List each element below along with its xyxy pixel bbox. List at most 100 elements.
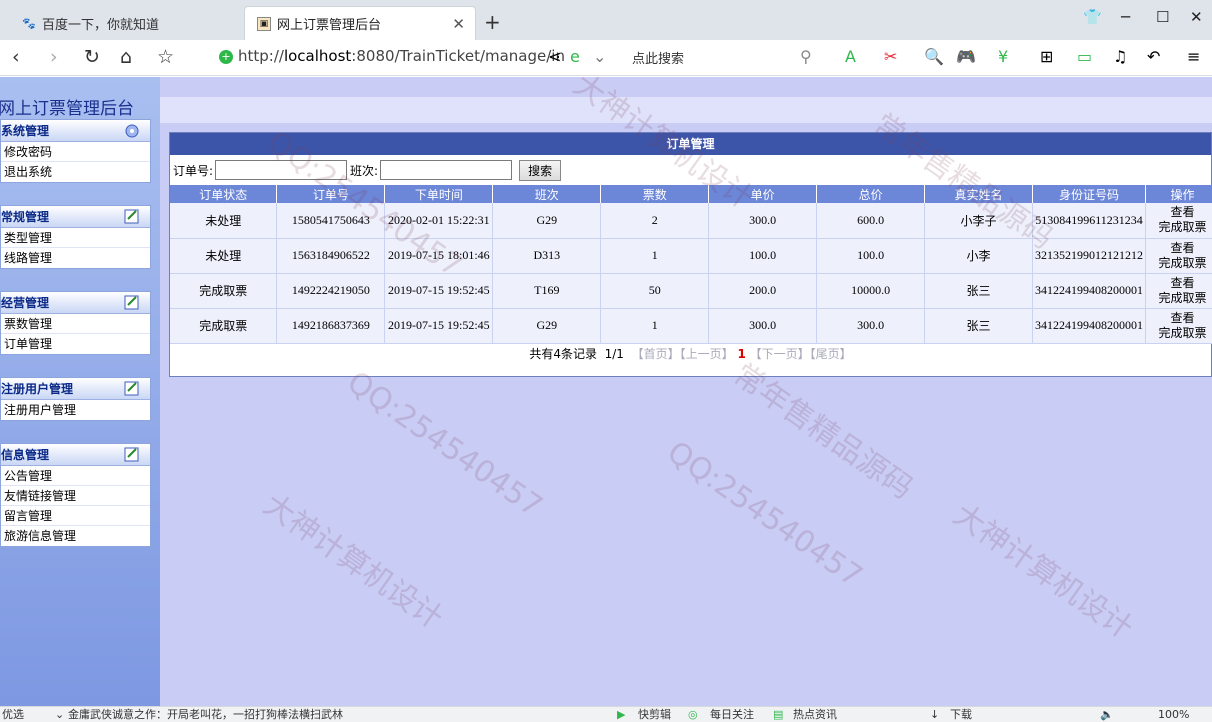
ticket-count-cell: 2 (600, 203, 710, 239)
sidebar-item-change-password[interactable]: 修改密码 (1, 142, 150, 162)
battery-icon[interactable]: ▭ (1077, 47, 1092, 66)
zoom-level[interactable]: 100% (1158, 707, 1189, 722)
unit-price-cell: 100.0 (708, 238, 818, 274)
menu-group-header[interactable]: 系统管理 (1, 120, 150, 142)
actions-cell: 查看 完成取票 (1145, 273, 1212, 309)
first-page-link[interactable]: 【首页】 (632, 347, 680, 361)
magnifier-icon[interactable]: 🔍 (924, 47, 944, 66)
edit-note-icon (124, 209, 139, 224)
next-page-link[interactable]: 【下一页】 (750, 347, 810, 361)
new-tab-icon[interactable]: + (484, 10, 501, 34)
view-link[interactable]: 查看 (1146, 205, 1212, 220)
finish-ticket-link[interactable]: 完成取票 (1146, 220, 1212, 235)
search-input[interactable]: 点此搜索 (632, 48, 684, 67)
page-body: 网上订票管理后台 系统管理 修改密码 退出系统 常规管理 类型管理 线路管理 经… (0, 67, 1212, 706)
volume-icon[interactable]: 🔈 (1100, 707, 1114, 722)
order-status-cell: 未处理 (170, 203, 278, 239)
sidebar-item-registered-users[interactable]: 注册用户管理 (1, 400, 150, 420)
sidebar-item-route[interactable]: 线路管理 (1, 248, 150, 268)
menu-group-header[interactable]: 信息管理 (1, 444, 150, 466)
column-header: 总价 (816, 185, 926, 203)
view-link[interactable]: 查看 (1146, 311, 1212, 326)
sidebar-item-travel-info[interactable]: 旅游信息管理 (1, 526, 150, 546)
total-price-cell: 600.0 (816, 203, 926, 239)
undo-icon[interactable]: ↶ (1147, 47, 1160, 66)
finish-ticket-link[interactable]: 完成取票 (1146, 291, 1212, 306)
gamepad-icon[interactable]: 🎮 (956, 47, 976, 66)
order-no-input[interactable] (215, 160, 348, 180)
tab-baidu[interactable]: 🐾 百度一下，你就知道 (10, 6, 238, 40)
order-time-cell: 2020-02-01 15:22:31 (384, 203, 494, 239)
sidebar-item-messages[interactable]: 留言管理 (1, 506, 150, 526)
sidebar-item-type[interactable]: 类型管理 (1, 228, 150, 248)
menu-group-header[interactable]: 注册用户管理 (1, 378, 150, 400)
sidebar-item-tickets[interactable]: 票数管理 (1, 314, 150, 334)
ie-mode-icon[interactable]: e (570, 47, 580, 66)
chevron-down-icon[interactable]: ⌄ (55, 707, 64, 722)
chevron-down-icon[interactable]: ⌄ (593, 47, 606, 66)
finish-ticket-link[interactable]: 完成取票 (1146, 326, 1212, 341)
translate-icon[interactable]: A (845, 47, 856, 66)
sidebar-item-logout[interactable]: 退出系统 (1, 162, 150, 182)
tab-title: 网上订票管理后台 (277, 18, 382, 33)
home-icon[interactable]: ⌂ (120, 46, 132, 68)
ticket-count-cell: 50 (600, 273, 710, 309)
minimize-icon[interactable]: ─ (1121, 8, 1130, 26)
status-item-hot-news[interactable]: 热点资讯 (793, 707, 837, 722)
status-item-daily[interactable]: 每日关注 (710, 707, 754, 722)
column-header: 订单状态 (170, 185, 278, 203)
order-no-cell: 1563184906522 (276, 238, 386, 274)
sidebar-item-orders[interactable]: 订单管理 (1, 334, 150, 354)
status-item-download[interactable]: 下载 (950, 707, 972, 722)
maximize-icon[interactable]: ☐ (1156, 8, 1169, 26)
real-name-cell: 小李 (924, 238, 1033, 274)
coupon-icon[interactable]: ¥ (998, 47, 1008, 66)
menu-group-info: 信息管理 公告管理 友情链接管理 留言管理 旅游信息管理 (0, 443, 151, 547)
forward-icon[interactable]: › (50, 46, 58, 68)
status-preferred[interactable]: 优选 (2, 707, 24, 722)
back-icon[interactable]: ‹ (12, 46, 20, 68)
bookmark-star-icon[interactable]: ☆ (157, 46, 174, 68)
apps-grid-icon[interactable]: ⊞ (1040, 47, 1053, 66)
panel-title: 订单管理 (170, 133, 1211, 155)
order-management-panel: 订单管理 订单号: 班次: 搜索 订单状态 订单号 下单时间 班次 票数 单价 … (169, 132, 1212, 377)
daily-icon: ◎ (688, 708, 698, 721)
news-ticker[interactable]: 金庸武侠诚意之作：开局老叫花，一招打狗棒法横扫武林 (68, 707, 343, 722)
actions-cell: 查看 完成取票 (1145, 203, 1212, 239)
close-tab-icon[interactable]: ✕ (452, 15, 465, 33)
search-button[interactable]: 搜索 (519, 159, 562, 181)
menu-group-header[interactable]: 经营管理 (1, 292, 150, 314)
reload-icon[interactable]: ↻ (84, 46, 100, 68)
train-input[interactable] (380, 160, 513, 180)
skin-icon[interactable]: 👕 (1083, 8, 1102, 26)
sidebar-item-links[interactable]: 友情链接管理 (1, 486, 150, 506)
tab-admin[interactable]: ▣ 网上订票管理后台 ✕ (244, 6, 476, 40)
view-link[interactable]: 查看 (1146, 241, 1212, 256)
order-status-cell: 完成取票 (170, 308, 278, 344)
close-window-icon[interactable]: ✕ (1190, 8, 1203, 26)
order-time-cell: 2019-07-15 19:52:45 (384, 308, 494, 344)
menu-group-title: 经营管理 (1, 296, 50, 310)
url-field[interactable]: http://localhost:8080/TrainTicket/manage… (238, 47, 565, 65)
share-icon[interactable]: ⋖ (548, 47, 561, 66)
headphones-icon[interactable]: ♫ (1113, 47, 1127, 66)
unit-price-cell: 200.0 (708, 273, 818, 309)
menu-icon[interactable]: ≡ (1187, 47, 1200, 66)
train-cell: G29 (492, 308, 602, 344)
real-name-cell: 小李子 (924, 203, 1033, 239)
search-icon[interactable]: ⚲ (800, 47, 812, 66)
menu-group-header[interactable]: 常规管理 (1, 206, 150, 228)
prev-page-link[interactable]: 【上一页】 (680, 347, 734, 361)
order-status-cell: 未处理 (170, 238, 278, 274)
scissors-icon[interactable]: ✂ (884, 47, 897, 66)
column-header: 班次 (492, 185, 602, 203)
menu-group-business: 经营管理 票数管理 订单管理 (0, 291, 151, 355)
order-no-label: 订单号: (173, 163, 214, 178)
last-page-link[interactable]: 【尾页】 (810, 347, 852, 361)
view-link[interactable]: 查看 (1146, 276, 1212, 291)
finish-ticket-link[interactable]: 完成取票 (1146, 256, 1212, 271)
sidebar-item-notice[interactable]: 公告管理 (1, 466, 150, 486)
download-icon: ↓ (930, 708, 940, 721)
status-item-quick-clip[interactable]: 快剪辑 (638, 707, 671, 722)
total-price-cell: 100.0 (816, 238, 926, 274)
